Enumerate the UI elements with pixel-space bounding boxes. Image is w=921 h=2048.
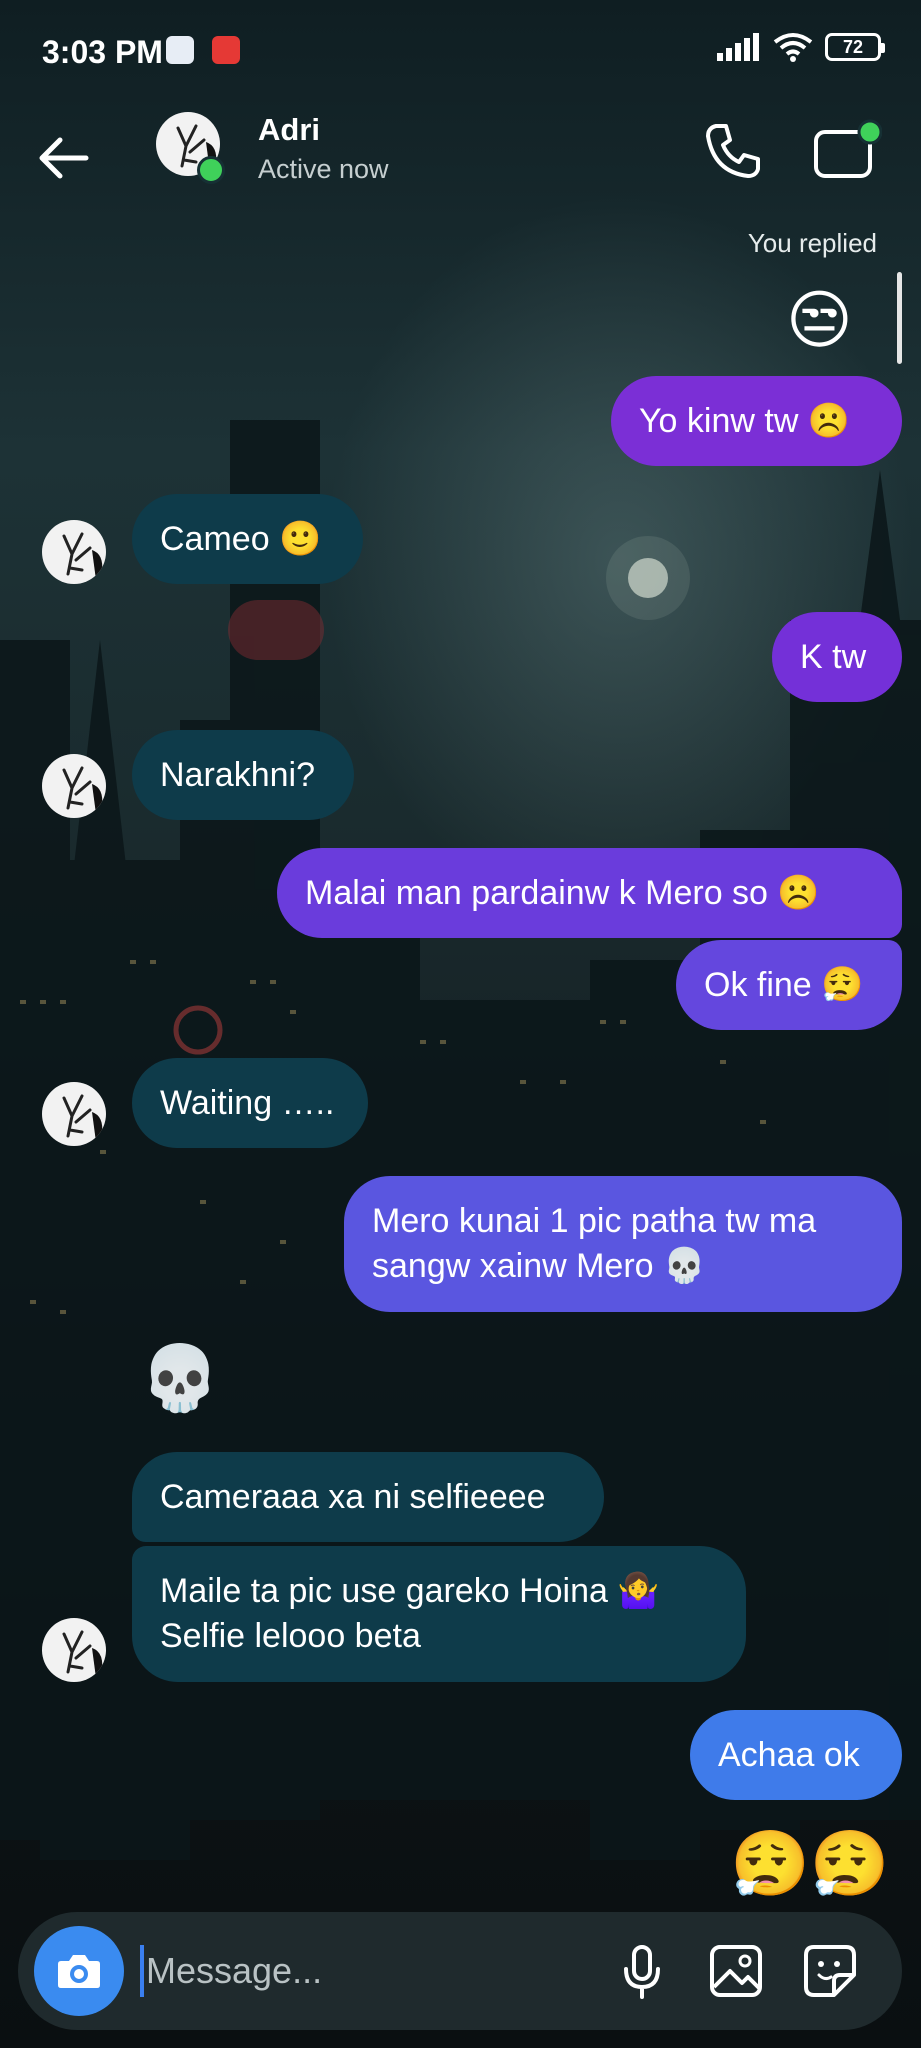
sender-avatar bbox=[42, 1618, 106, 1682]
camera-button[interactable] bbox=[34, 1926, 124, 2016]
battery-icon: 72 bbox=[825, 33, 885, 61]
camera-icon bbox=[58, 1955, 100, 1988]
phone-icon[interactable] bbox=[700, 118, 766, 184]
status-time: 3:03 PM bbox=[42, 34, 163, 70]
reply-indicator-bar bbox=[897, 272, 902, 364]
message-bubble-incoming[interactable]: Narakhni? bbox=[132, 730, 354, 820]
battery-level: 72 bbox=[842, 36, 864, 57]
video-call-icon[interactable] bbox=[812, 118, 882, 184]
status-bar: 3:03 PM 72 bbox=[0, 0, 921, 100]
message-composer bbox=[18, 1912, 902, 2030]
wifi-icon bbox=[773, 33, 813, 62]
notification-app-icon bbox=[212, 36, 240, 64]
microphone-icon[interactable] bbox=[610, 1939, 674, 2003]
back-arrow-icon[interactable] bbox=[34, 126, 98, 190]
message-bubble-incoming[interactable]: Waiting ….. bbox=[132, 1058, 368, 1148]
message-bubble-outgoing[interactable]: Mero kunai 1 pic patha tw ma sangw xainw… bbox=[344, 1176, 902, 1312]
message-bubble-outgoing[interactable]: Achaa ok bbox=[690, 1710, 902, 1800]
chat-header: Adri Active now bbox=[0, 100, 921, 220]
message-bubble-outgoing[interactable]: Yo kinw tw ☹️ bbox=[611, 376, 902, 466]
message-bubble-outgoing[interactable]: Ok fine 😮‍💨 bbox=[676, 940, 902, 1030]
sender-avatar bbox=[42, 520, 106, 584]
online-status-dot bbox=[197, 156, 225, 184]
sender-avatar bbox=[42, 754, 106, 818]
notification-app-icon bbox=[166, 36, 194, 64]
contact-name[interactable]: Adri bbox=[258, 112, 320, 148]
reply-note: You replied bbox=[747, 228, 877, 258]
gallery-icon[interactable] bbox=[704, 1939, 768, 2003]
sender-avatar bbox=[42, 1082, 106, 1146]
message-bubble-incoming[interactable]: Cameo 🙂 bbox=[132, 494, 363, 584]
contact-active-status: Active now bbox=[258, 154, 389, 184]
message-bubble-outgoing[interactable]: K tw bbox=[772, 612, 902, 702]
signal-icon bbox=[717, 33, 759, 61]
message-bubble-outgoing[interactable]: Malai man pardainw k Mero so ☹️ bbox=[277, 848, 902, 938]
emoji-message[interactable]: 😮‍💨😮‍💨 bbox=[730, 1828, 889, 1900]
message-input[interactable] bbox=[142, 1938, 590, 2004]
message-bubble-incoming[interactable]: Cameraaa xa ni selfieeee bbox=[132, 1452, 604, 1542]
emoji-message[interactable]: 😒 bbox=[786, 284, 853, 356]
emoji-message[interactable]: 💀 bbox=[140, 1342, 220, 1414]
message-bubble-incoming[interactable]: Maile ta pic use gareko Hoina 🤷‍♀️ Selfi… bbox=[132, 1546, 746, 1682]
sticker-icon[interactable] bbox=[798, 1939, 862, 2003]
